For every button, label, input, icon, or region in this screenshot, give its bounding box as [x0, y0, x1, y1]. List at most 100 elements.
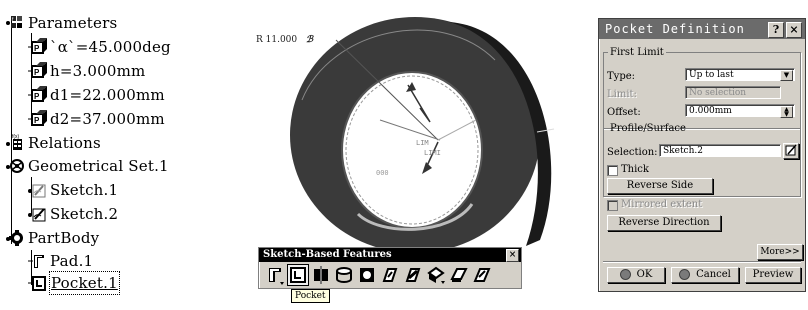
limit-label: LIM	[416, 139, 429, 147]
first-limit-legend: First Limit	[610, 47, 664, 58]
tree-node-parameters[interactable]: f Parameters	[6, 12, 117, 34]
tree-node-parameter[interactable]: P d1=22.000mm	[28, 84, 165, 106]
mirrored-extent-checkbox[interactable]	[607, 200, 618, 211]
tree-node-parameter[interactable]: P `α`=45.000deg	[28, 36, 171, 58]
tree-node-label: Geometrical Set.1	[28, 157, 169, 175]
dialog-title-bar[interactable]: Pocket Definition ? ×	[599, 19, 805, 39]
specification-tree: f Parameters P `α`=45.000deg P h=3.000mm…	[0, 0, 240, 310]
tree-node-label: Sketch.2	[50, 205, 119, 223]
pocket-tool-icon[interactable]	[287, 264, 309, 286]
preview-button[interactable]: Preview	[745, 267, 801, 283]
toolbar-tooltip: Pocket	[291, 289, 330, 303]
tree-node-parameter[interactable]: P h=3.000mm	[28, 60, 145, 82]
tree-node-parameter[interactable]: P d2=37.000mm	[28, 108, 165, 130]
relations-icon: f(x)	[6, 134, 24, 152]
tree-node-relations[interactable]: f(x) Relations	[6, 132, 101, 154]
cancel-button-label: Cancel	[696, 269, 731, 280]
offset-field[interactable]: 0.000mm ▲ ▼	[685, 104, 795, 118]
selection-field[interactable]: Sketch.2	[659, 144, 781, 157]
toolbar-close-button[interactable]: ×	[506, 249, 519, 262]
partbody-icon	[6, 229, 24, 247]
radius-dimension-label[interactable]: R 11.000 ℬ	[256, 35, 313, 45]
tree-node-label: d2=37.000mm	[50, 110, 165, 128]
spinner-icon[interactable]: ▲ ▼	[780, 106, 793, 118]
svg-text:P: P	[34, 92, 40, 101]
svg-text:P: P	[34, 44, 40, 53]
tree-node-pocket[interactable]: Pocket.1	[28, 271, 120, 295]
ok-button-label: OK	[636, 269, 653, 280]
hole-tool-icon[interactable]	[357, 265, 377, 285]
reverse-direction-button[interactable]: Reverse Direction	[607, 215, 721, 231]
rib-tool-icon[interactable]	[380, 265, 400, 285]
svg-text:P: P	[34, 68, 40, 77]
parameter-icon: P	[28, 38, 47, 56]
sketcher-icon	[785, 144, 797, 156]
svg-text:f(x): f(x)	[12, 134, 20, 140]
sketch-edit-button[interactable]	[783, 143, 799, 159]
type-select[interactable]: Up to last ▼	[685, 68, 795, 81]
offset-field-value: 0.000mm	[689, 106, 732, 116]
tree-node-geometrical-set[interactable]: Geometrical Set.1	[6, 155, 169, 177]
tree-node-label: Pocket.1	[49, 271, 120, 295]
profile-surface-legend: Profile/Surface	[610, 123, 686, 134]
limit-field: No selection	[685, 86, 781, 99]
dialog-title: Pocket Definition	[605, 22, 745, 36]
parameter-icon: P	[28, 86, 47, 104]
thick-label: Thick	[621, 164, 649, 175]
parameter-icon: P	[28, 110, 47, 128]
radius-dimension-value: R 11.000	[256, 35, 298, 45]
tree-node-partbody[interactable]: PartBody	[6, 227, 99, 249]
tree-node-label: `α`=45.000deg	[50, 38, 171, 56]
groove-tool-icon[interactable]	[334, 265, 354, 285]
pad-tool-icon[interactable]	[265, 265, 285, 285]
tree-node-label: Pad.1	[50, 252, 94, 270]
tree-node-label: h=3.000mm	[50, 62, 146, 80]
shaft-tool-icon[interactable]	[311, 265, 331, 285]
slot-tool-icon[interactable]	[403, 265, 423, 285]
svg-text:P: P	[34, 116, 40, 125]
chevron-down-icon[interactable]: ▼	[780, 70, 793, 81]
parameters-icon: f	[6, 14, 24, 32]
offset-label: Offset:	[607, 107, 641, 118]
loft-tool-icon[interactable]	[449, 265, 469, 285]
ok-indicator-icon	[619, 269, 631, 280]
sketch-value-label: 000	[376, 169, 389, 177]
mirrored-extent-label: Mirrored extent	[621, 199, 703, 210]
reverse-side-button[interactable]: Reverse Side	[607, 178, 713, 194]
toolbar-title-text: Sketch-Based Features	[263, 249, 392, 260]
limit-label: Limit:	[607, 89, 637, 100]
dimension-marker-icon: ℬ	[306, 35, 314, 45]
cancel-button[interactable]: Cancel	[671, 267, 739, 283]
type-label: Type:	[607, 71, 636, 82]
sketch-icon	[28, 181, 46, 199]
type-select-value: Up to last	[689, 70, 734, 80]
tree-node-sketch[interactable]: Sketch.1	[28, 179, 118, 201]
selection-field-value: Sketch.2	[663, 146, 703, 156]
stiffener-tool-icon[interactable]	[426, 265, 446, 285]
ok-button[interactable]: OK	[607, 267, 665, 283]
sketch-icon	[28, 205, 46, 223]
toolbar-icon-row	[259, 262, 521, 286]
limit-field-value: No selection	[689, 88, 747, 98]
removed-loft-tool-icon[interactable]	[472, 265, 492, 285]
selection-label: Selection:	[607, 147, 658, 158]
sketch-based-features-toolbar[interactable]: Sketch-Based Features ×	[258, 247, 522, 289]
cancel-indicator-icon	[679, 269, 691, 280]
more-button[interactable]: More>>	[757, 244, 803, 260]
parameter-icon: P	[28, 62, 47, 80]
tree-node-sketch[interactable]: Sketch.2	[28, 203, 118, 225]
geometrical-set-icon	[6, 157, 24, 175]
pocket-icon	[28, 274, 46, 292]
tree-node-pad[interactable]: Pad.1	[28, 250, 93, 272]
limit-label: LIMI	[424, 149, 441, 157]
pocket-definition-dialog[interactable]: Pocket Definition ? × First Limit Type: …	[598, 18, 806, 292]
ring-hole	[341, 71, 483, 229]
thick-checkbox[interactable]	[607, 165, 618, 176]
tree-node-label: PartBody	[28, 229, 100, 247]
close-button[interactable]: ×	[786, 22, 802, 38]
pad-icon	[28, 252, 46, 270]
button-separator	[603, 261, 801, 263]
toolbar-title[interactable]: Sketch-Based Features ×	[259, 248, 521, 262]
help-button[interactable]: ?	[768, 22, 784, 38]
tree-node-label: Parameters	[28, 14, 118, 32]
